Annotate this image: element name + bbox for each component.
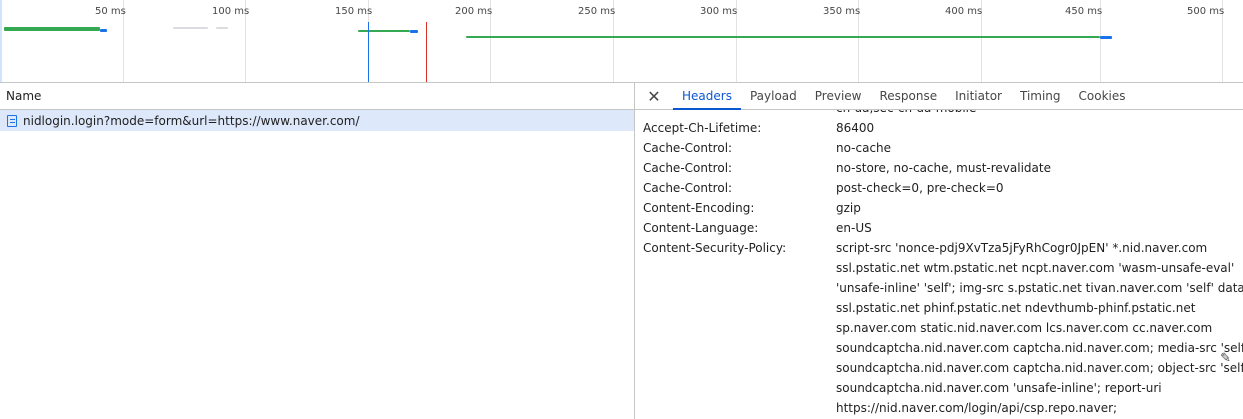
- pencil-icon[interactable]: ✎: [1220, 351, 1231, 366]
- header-row: Cache-Control: no-cache: [643, 138, 1213, 158]
- header-name: Cache-Control:: [643, 181, 733, 195]
- timeline-tick-label: 200 ms: [455, 6, 493, 17]
- tab-initiator[interactable]: Initiator: [946, 83, 1011, 109]
- header-value: 86400: [836, 118, 1206, 138]
- timeline-tick-label: 100 ms: [212, 6, 250, 17]
- timeline-bar: [410, 30, 418, 33]
- header-name: Content-Language:: [643, 221, 759, 235]
- timeline-tick-label: 450 ms: [1065, 6, 1103, 17]
- name-column-header[interactable]: Name: [0, 83, 634, 110]
- header-row: Content-Encoding: gzip: [643, 198, 1213, 218]
- timeline-tick-label: 300 ms: [700, 6, 738, 17]
- header-name: Cache-Control:: [643, 161, 733, 175]
- header-value-line: sp.naver.com static.nid.naver.com lcs.na…: [836, 321, 1213, 335]
- tab-label: Payload: [749, 89, 797, 103]
- header-row: Content-Security-Policy: script-src 'non…: [643, 238, 1243, 418]
- tab-cookies[interactable]: Cookies: [1070, 83, 1135, 109]
- timeline-tick-label: 350 ms: [823, 6, 861, 17]
- header-value-line: soundcaptcha.nid.naver.com captcha.nid.n…: [836, 341, 1243, 355]
- timeline-bar: [100, 29, 107, 32]
- request-list: Name nidlogin.login?mode=form&url=https:…: [0, 83, 635, 419]
- header-row-partial: ch-ua,sec-ch-ua-mobile: [643, 110, 1213, 118]
- timeline-tick-label: 500 ms: [1187, 6, 1225, 17]
- timeline-tick-label: 50 ms: [95, 6, 126, 17]
- timeline-bar: [466, 36, 1100, 38]
- tab-label: Preview: [814, 89, 862, 103]
- header-value: ch-ua,sec-ch-ua-mobile: [836, 110, 1206, 118]
- tab-response[interactable]: Response: [870, 83, 946, 109]
- header-value: script-src 'nonce-pdj9XvTza5jFyRhCogr0Jp…: [836, 238, 1243, 418]
- request-details-panel: ✕ Headers Payload Preview Response Initi…: [635, 83, 1243, 419]
- timeline-overview[interactable]: 50 ms 100 ms 150 ms 200 ms 250 ms 300 ms…: [0, 0, 1243, 83]
- header-value: en-US: [836, 218, 1206, 238]
- request-row[interactable]: nidlogin.login?mode=form&url=https://www…: [0, 110, 634, 131]
- header-name: Content-Encoding:: [643, 201, 755, 215]
- timeline-bar: [4, 27, 100, 31]
- details-tab-bar: ✕ Headers Payload Preview Response Initi…: [635, 83, 1243, 110]
- header-value-line: 86400: [836, 121, 875, 135]
- header-value-line: no-cache: [836, 141, 892, 155]
- header-name: Accept-Ch-Lifetime:: [643, 121, 762, 135]
- tab-label: Headers: [682, 89, 732, 103]
- tab-headers[interactable]: Headers: [673, 83, 741, 110]
- close-icon[interactable]: ✕: [635, 83, 673, 109]
- header-value-line: ssl.pstatic.net wtm.pstatic.net ncpt.nav…: [836, 261, 1235, 275]
- timeline-tick-label: 400 ms: [945, 6, 983, 17]
- timeline-bar: [1100, 36, 1112, 39]
- header-value-line: soundcaptcha.nid.naver.com captcha.nid.n…: [836, 361, 1243, 375]
- header-row: Cache-Control: post-check=0, pre-check=0: [643, 178, 1213, 198]
- tab-preview[interactable]: Preview: [806, 83, 871, 109]
- header-value: no-cache: [836, 138, 1206, 158]
- header-value-line: soundcaptcha.nid.naver.com 'unsafe-inlin…: [836, 381, 1162, 395]
- tab-label: Response: [879, 89, 938, 103]
- timeline-left-handle[interactable]: [0, 0, 2, 82]
- header-value: gzip: [836, 198, 1206, 218]
- header-value-line: 'unsafe-inline' 'self'; img-src s.pstati…: [836, 281, 1243, 295]
- header-name: Cache-Control:: [643, 141, 733, 155]
- timeline-bar: [358, 30, 410, 32]
- header-row: Cache-Control: no-store, no-cache, must-…: [643, 158, 1213, 178]
- header-value: post-check=0, pre-check=0: [836, 178, 1206, 198]
- header-value-line: https://nid.naver.com/login/api/csp.repo…: [836, 401, 1118, 415]
- header-name: Content-Security-Policy:: [643, 241, 787, 255]
- timeline-tick-label: 150 ms: [335, 6, 373, 17]
- header-value: no-store, no-cache, must-revalidate: [836, 158, 1206, 178]
- header-value-line: post-check=0, pre-check=0: [836, 181, 1004, 195]
- dom-content-loaded-marker: [368, 22, 369, 82]
- timeline-tick-label: 250 ms: [578, 6, 616, 17]
- header-value-line: en-US: [836, 221, 872, 235]
- header-name: [643, 110, 836, 118]
- header-value-line: no-store, no-cache, must-revalidate: [836, 161, 1051, 175]
- tab-label: Initiator: [955, 89, 1002, 103]
- tab-label: Timing: [1019, 89, 1061, 103]
- header-row: Content-Language: en-US: [643, 218, 1213, 238]
- timeline-bar: [216, 27, 228, 29]
- header-value-line: gzip: [836, 201, 861, 215]
- header-value-line: script-src 'nonce-pdj9XvTza5jFyRhCogr0Jp…: [836, 241, 1208, 255]
- response-headers-list: ch-ua,sec-ch-ua-mobile Accept-Ch-Lifetim…: [635, 110, 1243, 419]
- load-event-marker: [426, 22, 427, 82]
- column-header-label: Name: [6, 89, 42, 103]
- header-row: Accept-Ch-Lifetime: 86400: [643, 118, 1213, 138]
- document-icon: [7, 114, 17, 127]
- header-value-line: ssl.pstatic.net phinf.pstatic.net ndevth…: [836, 301, 1196, 315]
- timeline-bar: [173, 27, 208, 29]
- tab-payload[interactable]: Payload: [741, 83, 806, 109]
- tab-label: Cookies: [1078, 89, 1126, 103]
- tab-timing[interactable]: Timing: [1011, 83, 1070, 109]
- request-name: nidlogin.login?mode=form&url=https://www…: [23, 113, 360, 128]
